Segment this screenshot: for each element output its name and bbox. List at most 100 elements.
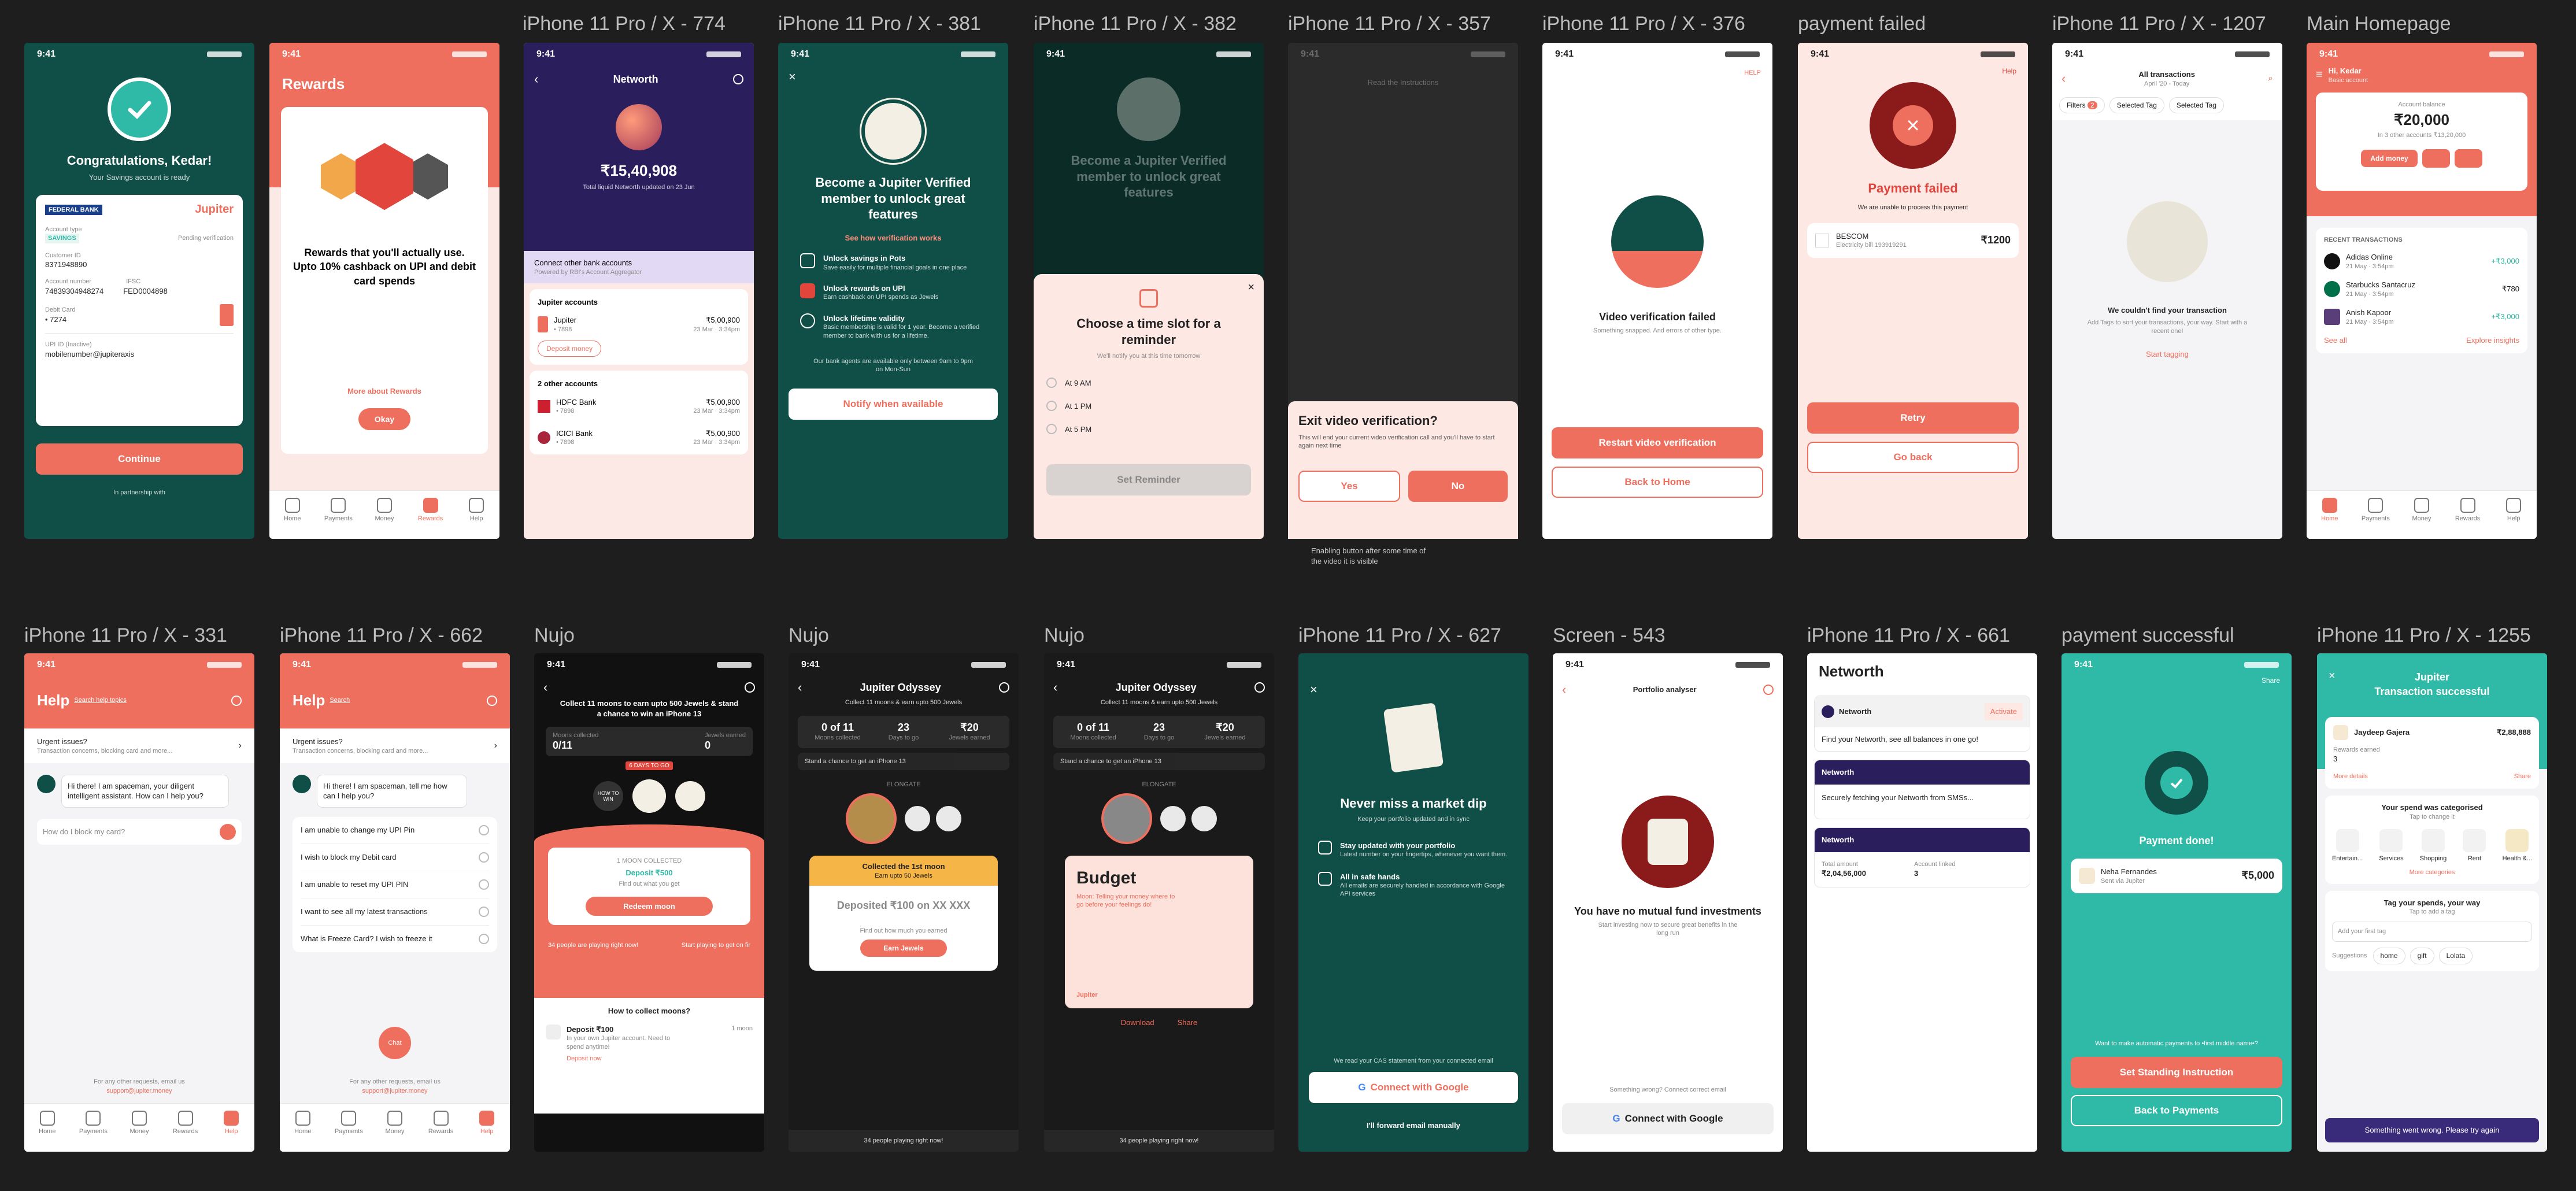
tab-rewards[interactable]: Rewards — [413, 498, 448, 539]
tab-payments[interactable]: Payments — [76, 1111, 110, 1152]
share-link[interactable]: Share — [1178, 1018, 1198, 1028]
slot-option-5pm[interactable]: At 5 PM — [1046, 424, 1251, 435]
no-button[interactable]: No — [1408, 471, 1508, 502]
info-icon[interactable] — [1763, 685, 1774, 695]
payee-card[interactable]: Neha Fernandes Sent via Jupiter ₹5,000 — [2071, 859, 2282, 893]
tab-help[interactable]: Help — [2496, 498, 2531, 539]
notify-button[interactable]: Notify when available — [789, 389, 998, 420]
suggestion-item[interactable]: What is Freeze Card? I wish to freeze it — [301, 926, 489, 952]
category-services[interactable]: Services — [2379, 828, 2404, 863]
suggestion-item[interactable]: I wish to block my Debit card — [301, 844, 489, 871]
tab-money[interactable]: Money — [2404, 498, 2439, 539]
tab-money[interactable]: Money — [377, 1111, 412, 1152]
close-icon[interactable]: × — [778, 66, 1008, 88]
transaction-row[interactable]: Anish Kapoor 21 May · 3:54pm +₹3,000 — [2324, 308, 2519, 326]
slot-option-1pm[interactable]: At 1 PM — [1046, 401, 1251, 412]
info-icon[interactable] — [733, 74, 743, 84]
set-reminder-button[interactable]: Set Reminder — [1046, 464, 1251, 496]
back-icon[interactable]: ‹ — [543, 680, 547, 695]
tab-help[interactable]: Help — [459, 498, 494, 539]
moon-icon[interactable] — [846, 793, 897, 845]
back-payments-button[interactable]: Back to Payments — [2071, 1095, 2282, 1126]
help-link[interactable]: HELP — [1542, 66, 1772, 80]
tag-suggestion[interactable]: home — [2373, 947, 2405, 965]
chat-input[interactable]: How do I block my card? — [43, 827, 220, 837]
share-link[interactable]: Share — [2514, 772, 2531, 781]
tab-payments[interactable]: Payments — [321, 498, 356, 539]
back-icon[interactable]: ‹ — [798, 680, 802, 695]
tab-home[interactable]: Home — [275, 498, 310, 539]
see-all-link[interactable]: See all — [2324, 335, 2347, 346]
tag-chip[interactable]: Selected Tag — [2168, 97, 2225, 113]
moon-icon[interactable] — [936, 806, 961, 832]
add-money-button[interactable]: Add money — [2361, 149, 2418, 167]
info-icon[interactable] — [487, 695, 497, 706]
standing-instruction-button[interactable]: Set Standing Instruction — [2071, 1057, 2282, 1088]
suggestion-item[interactable]: I want to see all my latest transactions — [301, 898, 489, 926]
tab-money[interactable]: Money — [367, 498, 402, 539]
close-icon[interactable]: × — [1248, 281, 1254, 294]
tab-home[interactable]: Home — [286, 1111, 320, 1152]
tag-input[interactable]: Add your first tag — [2332, 922, 2532, 942]
moon-icon[interactable] — [905, 806, 930, 832]
moon-icon[interactable] — [1160, 806, 1186, 832]
moon-icon[interactable] — [1101, 793, 1152, 845]
connect-google-button[interactable]: G Connect with Google — [1309, 1072, 1518, 1103]
share-link[interactable]: Share — [2061, 676, 2292, 685]
urgent-issues-row[interactable]: Urgent issues? Transaction concerns, bloc… — [24, 728, 254, 763]
category-health[interactable]: Health &... — [2503, 828, 2532, 863]
search-link[interactable]: Search — [330, 696, 350, 704]
category-rent[interactable]: Rent — [2463, 828, 2486, 863]
activate-button[interactable]: Activate — [1984, 703, 2023, 720]
tag-chip[interactable]: Selected Tag — [2109, 97, 2164, 113]
more-categories-link[interactable]: More categories — [2332, 868, 2532, 876]
back-icon[interactable]: ‹ — [534, 72, 538, 87]
yes-button[interactable]: Yes — [1298, 471, 1400, 502]
download-link[interactable]: Download — [1121, 1018, 1154, 1028]
how-verification-works-link[interactable]: See how verification works — [778, 233, 1008, 243]
info-icon[interactable] — [999, 682, 1009, 693]
tab-home[interactable]: Home — [30, 1111, 65, 1152]
back-icon[interactable]: ‹ — [2061, 71, 2066, 86]
search-link[interactable]: Search help topics — [74, 696, 127, 704]
info-icon[interactable] — [1254, 682, 1265, 693]
more-details-link[interactable]: More details — [2333, 772, 2368, 781]
okay-button[interactable]: Okay — [358, 408, 410, 430]
send-icon[interactable] — [220, 823, 236, 840]
start-tagging-link[interactable]: Start tagging — [2052, 349, 2282, 360]
moon-icon[interactable] — [675, 781, 705, 812]
scan-button[interactable] — [2454, 149, 2482, 168]
tab-rewards[interactable]: Rewards — [424, 1111, 458, 1152]
explore-insights-link[interactable]: Explore insights — [2466, 335, 2519, 346]
account-row[interactable]: ICICI Bank • 7898 ₹5,00,900 23 Mar · 3:34pm — [538, 428, 740, 447]
category-entertainment[interactable]: Entertain... — [2332, 828, 2363, 863]
moon-icon[interactable] — [632, 779, 666, 813]
help-link[interactable]: Help — [1798, 66, 2028, 76]
search-icon[interactable]: ⌕ — [2268, 73, 2273, 84]
continue-button[interactable]: Continue — [36, 443, 243, 475]
transaction-row[interactable]: Starbucks Santacruz 21 May · 3:54pm ₹780 — [2324, 280, 2519, 298]
tab-money[interactable]: Money — [122, 1111, 157, 1152]
back-home-button[interactable]: Back to Home — [1552, 467, 1763, 498]
account-row[interactable]: HDFC Bank • 7898 ₹5,00,900 23 Mar · 3:34pm — [538, 397, 740, 416]
back-icon[interactable]: ‹ — [1053, 680, 1057, 695]
redeem-moon-button[interactable]: Redeem moon — [586, 896, 713, 916]
deposit-money-button[interactable]: Deposit money — [538, 341, 602, 357]
support-email-link[interactable]: support@jupiter.money — [280, 1087, 510, 1095]
networth-summary-card[interactable]: Networth Total amount ₹2,04,56,000 Account… — [1814, 827, 2030, 887]
slot-option-9am[interactable]: At 9 AM — [1046, 378, 1251, 389]
tab-home[interactable]: Home — [2312, 498, 2347, 539]
other-accounts[interactable]: In 3 other accounts ₹13,20,000 — [2324, 131, 2519, 139]
menu-icon[interactable]: ≡ — [2316, 68, 2323, 82]
tab-help[interactable]: Help — [214, 1111, 249, 1152]
card-button[interactable] — [2422, 149, 2450, 168]
deposit-now-link[interactable]: Deposit now — [567, 1055, 682, 1063]
connect-banks-banner[interactable]: Connect other bank accounts Powered by R… — [524, 251, 754, 283]
suggestion-item[interactable]: I am unable to change my UPI Pin — [301, 817, 489, 844]
connect-google-button[interactable]: G Connect with Google — [1562, 1103, 1774, 1134]
card-link[interactable]: Find out what you get — [557, 880, 741, 888]
tab-rewards[interactable]: Rewards — [2451, 498, 2485, 539]
retry-button[interactable]: Retry — [1807, 402, 2019, 434]
tag-suggestion[interactable]: gift — [2410, 947, 2434, 965]
forward-manually-link[interactable]: I'll forward email manually — [1298, 1120, 1528, 1131]
